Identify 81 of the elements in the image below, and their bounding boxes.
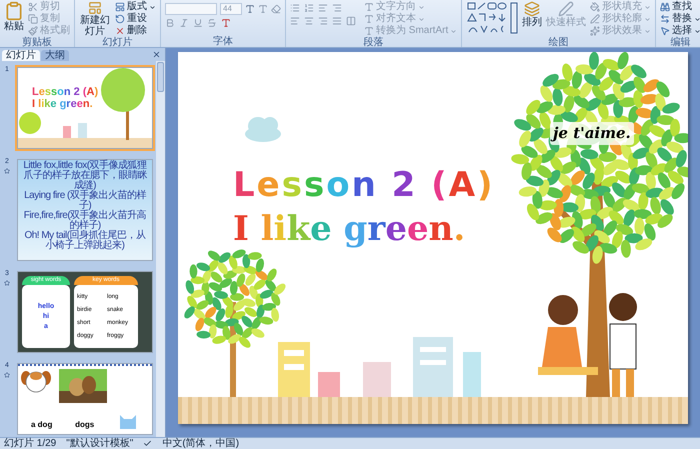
- pointer-icon: [660, 26, 670, 36]
- shrink-font-icon: [258, 4, 268, 14]
- outline-icon: [590, 14, 600, 24]
- close-icon[interactable]: [152, 50, 161, 59]
- effects-icon: [590, 26, 600, 36]
- pane-tab[interactable]: 幻灯片: [2, 50, 40, 61]
- star-icon: [4, 280, 10, 286]
- bullets-icon: [290, 3, 300, 13]
- ribbon-command[interactable]: 版式: [115, 1, 156, 13]
- slide-title: Lesson 2 (A): [233, 164, 495, 206]
- dog-icon: [21, 369, 51, 395]
- scrollbar-thumb[interactable]: [157, 62, 164, 92]
- grow-font-icon: [245, 4, 255, 14]
- pen-icon: [558, 1, 574, 17]
- signature-text: je t'aime.: [550, 122, 634, 144]
- ribbon-command[interactable]: 查找: [660, 1, 700, 13]
- arrange-button[interactable]: 排列: [522, 1, 542, 37]
- strikethrough-icon: [207, 18, 217, 28]
- delete-icon: [115, 26, 125, 36]
- scrollbar[interactable]: [156, 61, 165, 437]
- layout-icon: [115, 2, 125, 12]
- ribbon-command[interactable]: 重设: [115, 13, 156, 25]
- group-label: 编辑: [670, 37, 691, 48]
- font-color-icon: [221, 18, 231, 28]
- bold-icon: [165, 18, 175, 28]
- caret-icon: [450, 28, 458, 34]
- group-label: 绘图: [548, 37, 569, 48]
- language: 中文(简体，中国): [162, 438, 240, 449]
- cloud-icon: [245, 117, 281, 142]
- group-label: 剪贴板: [22, 37, 52, 48]
- slide-icon: [88, 1, 102, 15]
- star-icon: [4, 372, 10, 378]
- group-label: 段落: [364, 37, 384, 48]
- italic-icon: [179, 18, 189, 28]
- group-label: 字体: [213, 36, 233, 47]
- ribbon-command[interactable]: 删除: [115, 25, 156, 37]
- group-label: 幻灯片: [102, 37, 132, 48]
- copy-icon: [28, 14, 38, 24]
- theme-name: "默认设计模板": [66, 438, 134, 449]
- slide-counter: 幻灯片 1/29: [4, 438, 56, 449]
- align-right-icon: [318, 16, 328, 26]
- numbering-icon: [304, 3, 314, 13]
- ribbon-command[interactable]: 替换: [660, 13, 700, 25]
- star-icon: [4, 168, 10, 174]
- text-direction-icon: [364, 2, 374, 12]
- layers-icon: [524, 1, 540, 17]
- underline-icon: [193, 18, 203, 28]
- thumbnail-title: Lesson 2 (A): [32, 86, 98, 98]
- thumbnail-text: Laying fire (双手象出火苗的样子): [23, 191, 148, 211]
- shapes-gallery-icon[interactable]: [466, 1, 518, 35]
- caption: dogs: [75, 419, 94, 431]
- clear-format-icon: [271, 4, 281, 14]
- text-direction-icon: [364, 14, 374, 24]
- align-center-icon: [304, 16, 314, 26]
- caption: a dog: [31, 419, 52, 431]
- pane-tab[interactable]: 大纲: [41, 50, 69, 61]
- align-left-icon: [290, 16, 300, 26]
- columns-icon: [346, 16, 356, 26]
- replace-icon: [660, 14, 670, 24]
- check-icon: [143, 439, 152, 448]
- text-direction-icon: [364, 26, 374, 36]
- thumbnail-text: Little fox,little fox(双手像成狐狸爪子的样子放在腮下，眼睛眯成缝): [22, 161, 148, 191]
- thumbnail-text: Oh! My tail(回身抓住尾巴，从小椅子上弹跳起来): [23, 231, 147, 251]
- justify-icon: [332, 16, 342, 26]
- ribbon-command[interactable]: 选择: [660, 25, 700, 37]
- caret-icon: [149, 4, 156, 10]
- binoculars-icon: [660, 2, 670, 12]
- thumbnail-title: I like green.: [32, 98, 94, 110]
- fill-icon: [590, 2, 600, 12]
- slide-title: I like green.: [233, 208, 466, 250]
- slide-thumbnail[interactable]: Little fox,little fox(双手像成狐狸爪子的样子放在腮下，眼睛眯成缝) Laying fire (双手象出火苗的样子) Fire,fire,fire(双手象出火苗升高的样子) Oh! My tail(回身抓住尾巴，从小椅子上弹跳起来): [15, 157, 155, 263]
- thumbnail-text: Fire,fire,fire(双手象出火苗升高的样子): [22, 211, 148, 231]
- slide-thumbnail[interactable]: Lesson 2 (A) I like green.: [15, 65, 155, 151]
- new-slide-button[interactable]: 新建幻灯片: [79, 1, 111, 37]
- slide-thumbnail[interactable]: a dog dogs: [15, 361, 155, 437]
- brush-icon: [28, 26, 38, 36]
- font-name-field[interactable]: [165, 3, 217, 15]
- paste-button[interactable]: 粘贴: [4, 1, 24, 37]
- reset-icon: [115, 14, 125, 24]
- clipboard-icon: [4, 1, 24, 21]
- scissors-icon: [28, 2, 38, 12]
